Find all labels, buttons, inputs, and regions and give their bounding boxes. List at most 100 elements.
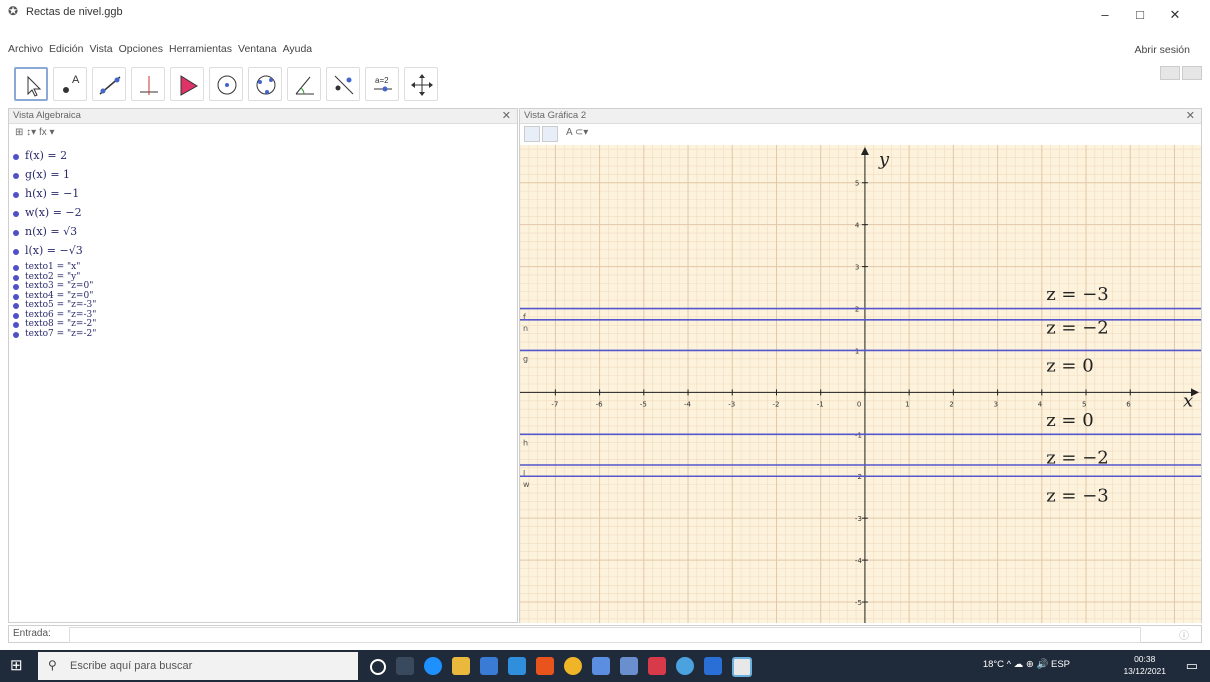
- axes-toggle-icon[interactable]: [524, 126, 540, 142]
- visibility-dot-icon[interactable]: [13, 312, 19, 319]
- graphics-view-2: Vista Gráfica 2 ✕ A ⊂▾ x y -7 -6 -5 -4 -3 -2 -1 0…: [519, 108, 1202, 623]
- algebra-item[interactable]: w(x) = −2: [13, 206, 96, 225]
- chrome-icon[interactable]: [564, 657, 582, 675]
- slider-tool-icon[interactable]: a=2: [365, 67, 399, 101]
- visibility-dot-icon[interactable]: [13, 192, 19, 198]
- move-tool-icon[interactable]: [14, 67, 48, 101]
- algebra-item-text: texto8 = "z=-2": [25, 319, 97, 329]
- menu-item[interactable]: Archivo: [8, 43, 43, 55]
- level-text[interactable]: z = −2: [1046, 318, 1109, 339]
- visibility-dot-icon[interactable]: [13, 293, 19, 300]
- y-tick-label: 4: [855, 222, 860, 230]
- algebra-item-text: texto1 = "x": [25, 262, 81, 272]
- menu-item[interactable]: Vista: [89, 43, 112, 55]
- algebra-item-text: texto6 = "z=-3": [25, 309, 97, 320]
- edge-icon[interactable]: [424, 657, 442, 675]
- graphics-view-title: Vista Gráfica 2: [524, 110, 587, 121]
- menu-bar: Archivo Edición Vista Opciones Herramientas V…: [0, 40, 1210, 60]
- word-icon[interactable]: [704, 657, 722, 675]
- geogebra-logo-icon: ✪: [8, 4, 19, 18]
- visibility-dot-icon[interactable]: [13, 274, 19, 281]
- input-field[interactable]: [69, 627, 1141, 643]
- algebra-item[interactable]: g(x) = 1: [13, 168, 96, 187]
- level-line-label: g: [523, 354, 528, 363]
- clock[interactable]: 00:38 13/12/2021: [1123, 653, 1166, 677]
- menu-item[interactable]: Ventana: [238, 43, 277, 55]
- close-button[interactable]: ✕: [1160, 4, 1190, 26]
- redo-icon[interactable]: [1182, 66, 1202, 80]
- office-icon[interactable]: [536, 657, 554, 675]
- visibility-dot-icon[interactable]: [13, 249, 19, 255]
- angle-tool-icon[interactable]: [287, 67, 321, 101]
- level-line-label: n: [523, 324, 528, 333]
- visibility-dot-icon[interactable]: [13, 284, 19, 290]
- x-tick-label: 5: [1082, 400, 1086, 408]
- level-text[interactable]: z = −3: [1046, 284, 1109, 305]
- taskbar-search-box[interactable]: ⚲ Escribe aquí para buscar: [38, 652, 358, 680]
- graphics-view-header: Vista Gráfica 2 ✕: [520, 109, 1201, 124]
- algebra-view: Vista Algebraica ✕ ⊞ ↕▾ fx ▾ f(x) = 2 g(x…: [8, 108, 518, 623]
- algebra-style-tools[interactable]: ⊞ ↕▾ fx ▾: [15, 127, 55, 138]
- grid-toggle-icon[interactable]: [542, 126, 558, 142]
- graphics-canvas[interactable]: xy-7 -6 -5 -4 -3 -2 -1 0 1 2 3 4 5 654321-1-2-3-4-5fn…: [520, 145, 1201, 623]
- algebra-item[interactable]: texto7 = "z=-2": [13, 329, 96, 340]
- browser-icon[interactable]: [676, 657, 694, 675]
- app-red-icon[interactable]: [648, 657, 666, 675]
- geogebra-taskbar-icon[interactable]: [732, 657, 752, 677]
- menu-item[interactable]: Edición: [49, 43, 83, 55]
- visibility-dot-icon[interactable]: [13, 303, 19, 309]
- visibility-dot-icon[interactable]: [13, 322, 19, 328]
- app-icon[interactable]: [592, 657, 610, 675]
- reflect-tool-icon[interactable]: [326, 67, 360, 101]
- menu-item[interactable]: Herramientas: [169, 43, 232, 55]
- level-text[interactable]: z = 0: [1046, 410, 1093, 431]
- visibility-dot-icon[interactable]: [13, 265, 19, 271]
- file-explorer-icon[interactable]: [452, 657, 470, 675]
- cortana-icon[interactable]: [370, 659, 386, 675]
- level-text[interactable]: z = −3: [1046, 485, 1109, 506]
- algebra-item[interactable]: n(x) = √3: [13, 225, 96, 244]
- mail-icon[interactable]: [508, 657, 526, 675]
- signin-link[interactable]: Abrir sesión: [1135, 44, 1190, 56]
- x-tick-label: -5: [640, 400, 647, 408]
- y-tick-label: 1: [855, 347, 859, 355]
- minimize-button[interactable]: –: [1090, 4, 1120, 26]
- algebra-item[interactable]: l(x) = −√3: [13, 244, 96, 263]
- level-text[interactable]: z = 0: [1046, 355, 1093, 376]
- level-text[interactable]: z = −2: [1046, 448, 1109, 469]
- polygon-tool-icon[interactable]: [170, 67, 204, 101]
- task-view-icon[interactable]: [396, 657, 414, 675]
- circle-tool-icon[interactable]: [209, 67, 243, 101]
- algebra-item-text: w(x) = −2: [25, 206, 82, 219]
- store-icon[interactable]: [480, 657, 498, 675]
- input-help-icon[interactable]: ⓘ: [1179, 627, 1189, 642]
- undo-icon[interactable]: [1160, 66, 1180, 80]
- conic-tool-icon[interactable]: [248, 67, 282, 101]
- visibility-dot-icon[interactable]: [13, 230, 19, 236]
- close-graphics-view-icon[interactable]: ✕: [1186, 109, 1195, 122]
- graphics-style-tools[interactable]: A ⊂▾: [566, 127, 588, 138]
- algebra-item-text: texto3 = "z=0": [25, 281, 94, 291]
- menu-item[interactable]: Ayuda: [283, 43, 313, 55]
- algebra-item[interactable]: f(x) = 2: [13, 149, 96, 168]
- close-algebra-view-icon[interactable]: ✕: [502, 109, 511, 122]
- line-tool-icon[interactable]: [92, 67, 126, 101]
- visibility-dot-icon[interactable]: [13, 154, 19, 160]
- point-tool-icon[interactable]: A: [53, 67, 87, 101]
- algebra-view-title: Vista Algebraica: [13, 110, 81, 121]
- visibility-dot-icon[interactable]: [13, 211, 19, 217]
- windows-start-icon[interactable]: ⊞: [10, 658, 26, 674]
- paint-icon[interactable]: [620, 657, 638, 675]
- taskbar: ⊞ ⚲ Escribe aquí para buscar 18°C ^ ☁ ⊕ …: [0, 650, 1210, 682]
- system-tray[interactable]: 18°C ^ ☁ ⊕ 🔊 ESP: [983, 659, 1070, 670]
- y-tick-label: -2: [855, 473, 862, 481]
- visibility-dot-icon[interactable]: [13, 173, 19, 179]
- perpendicular-tool-icon[interactable]: [131, 67, 165, 101]
- x-tick-label: -3: [728, 400, 735, 408]
- visibility-dot-icon[interactable]: [13, 331, 19, 338]
- notifications-icon[interactable]: ▭: [1186, 658, 1198, 674]
- maximize-button[interactable]: □: [1125, 4, 1155, 26]
- menu-item[interactable]: Opciones: [119, 43, 163, 55]
- algebra-item[interactable]: h(x) = −1: [13, 187, 96, 206]
- move-view-tool-icon[interactable]: [404, 67, 438, 101]
